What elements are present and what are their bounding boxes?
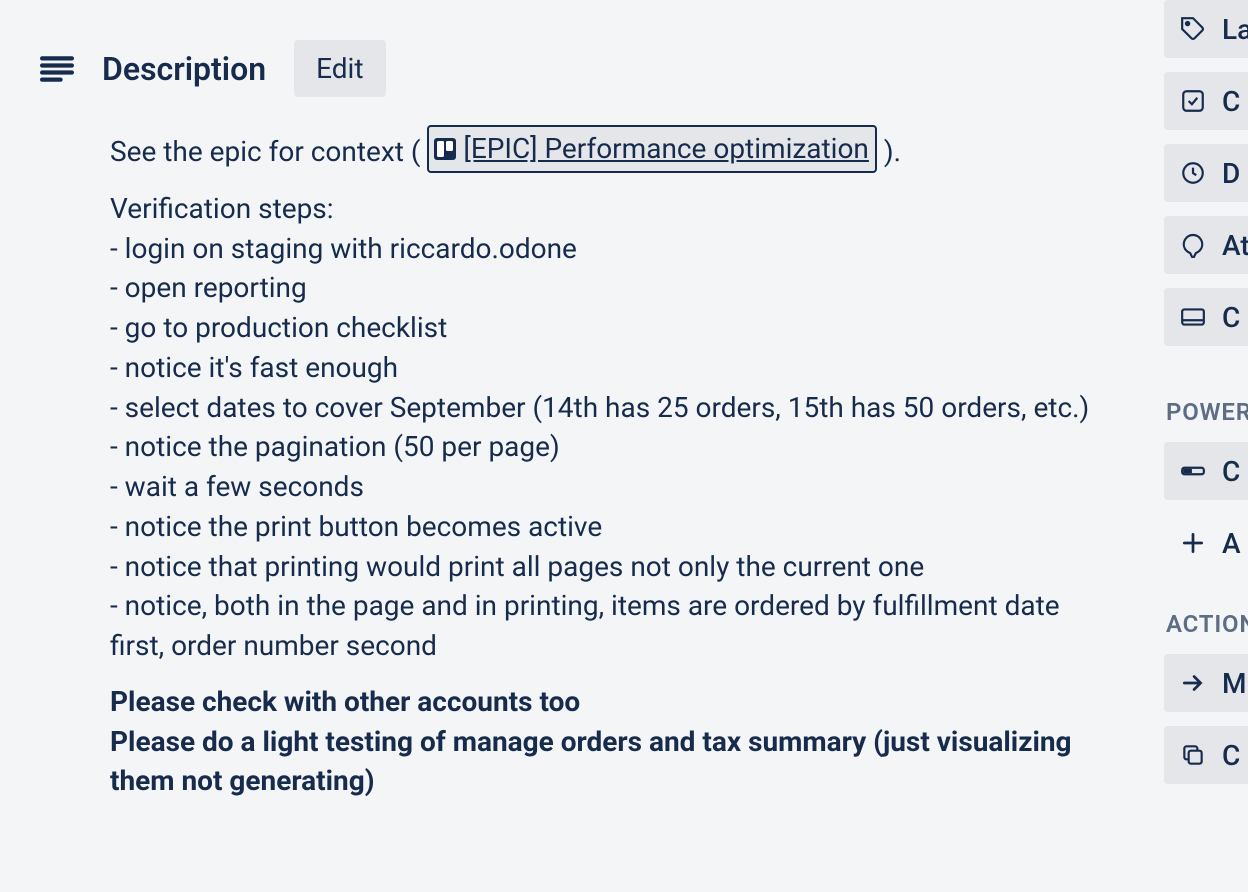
trello-icon	[433, 137, 457, 161]
edit-button[interactable]: Edit	[294, 40, 385, 97]
cover-button[interactable]: C	[1164, 288, 1248, 346]
cover-icon	[1180, 304, 1206, 330]
description-intro: See the epic for context ( [EPIC] Perfor…	[110, 125, 1120, 173]
dates-button[interactable]: D	[1164, 144, 1248, 202]
checklist-icon	[1180, 88, 1206, 114]
description-header: Description Edit	[40, 40, 1120, 97]
plus-icon	[1180, 530, 1206, 556]
move-button[interactable]: M	[1164, 654, 1248, 712]
copy-button[interactable]: C	[1164, 726, 1248, 784]
epic-link[interactable]: [EPIC] Performance optimization	[427, 125, 877, 173]
description-body: See the epic for context ( [EPIC] Perfor…	[110, 125, 1120, 801]
attachment-icon	[1180, 232, 1206, 258]
section-powerups: POWER	[1164, 398, 1248, 426]
labels-button[interactable]: La	[1164, 0, 1248, 58]
sidebar: LaCDAtC POWER C A ACTION MC	[1164, 0, 1248, 798]
dates-icon	[1180, 160, 1206, 186]
add-powerup-button[interactable]: A	[1164, 514, 1248, 572]
section-actions: ACTION	[1164, 610, 1248, 638]
field-icon	[1180, 458, 1206, 484]
description-bold-notes: Please check with other accounts tooPlea…	[110, 682, 1120, 801]
verification-steps: Verification steps:- login on staging wi…	[110, 189, 1120, 666]
labels-icon	[1180, 16, 1206, 42]
copy-icon	[1180, 742, 1206, 768]
move-icon	[1180, 670, 1206, 696]
description-icon	[40, 55, 74, 83]
powerup-button[interactable]: C	[1164, 442, 1248, 500]
checklist-button[interactable]: C	[1164, 72, 1248, 130]
epic-link-text: [EPIC] Performance optimization	[463, 129, 869, 169]
description-title: Description	[102, 50, 266, 88]
attachment-button[interactable]: At	[1164, 216, 1248, 274]
